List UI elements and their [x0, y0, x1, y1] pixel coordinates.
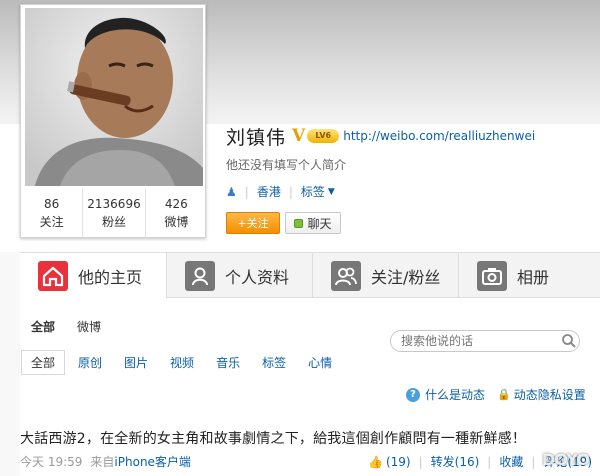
repost-link[interactable]: 转发(16) — [431, 453, 480, 470]
camera-icon — [477, 260, 507, 291]
person-icon: ♟ — [226, 184, 237, 199]
profile-tabs: 他的主页 个人资料 关注/粉丝 相册 — [20, 252, 600, 299]
thumbs-up-icon[interactable]: 👍 — [368, 455, 383, 469]
bio-text: 他还没有填写个人简介 — [226, 158, 347, 172]
privacy-link[interactable]: 动态隐私设置 — [514, 386, 586, 403]
home-icon — [38, 261, 68, 291]
meta-row: ♟ | 香港 | 标签 ▼ — [226, 183, 335, 200]
divider: | — [288, 184, 293, 199]
tab-home[interactable]: 他的主页 — [20, 253, 167, 299]
user-name: 刘镇伟 — [226, 126, 287, 149]
chat-button[interactable]: 聊天 — [285, 212, 341, 234]
profile-url-link[interactable]: http://weibo.com/realliuzhenwei — [343, 129, 535, 143]
stats-bar: 86 关注 2136696 粉丝 426 微博 — [21, 189, 207, 237]
divider: | — [487, 454, 492, 469]
tab-profile-label: 个人资料 — [225, 267, 290, 287]
post-text: 大話西游2，在全新的女主角和故事劇情之下，給我這個創作顧問有一種新鮮感！ — [20, 431, 527, 447]
follow-button[interactable]: +关注 — [226, 212, 280, 234]
help-icon: ? — [406, 387, 420, 402]
subnav-weibo[interactable]: 微博 — [77, 318, 101, 335]
location-link[interactable]: 香港 — [257, 183, 281, 200]
name-row: 刘镇伟 V LV6 http://weibo.com/realliuzhenwe… — [226, 122, 535, 150]
feed-subnav: 全部 微博 — [31, 318, 123, 335]
favorite-link[interactable]: 收藏 — [499, 453, 523, 470]
tab-follow-fans[interactable]: 关注/粉丝 — [313, 253, 459, 298]
stat-posts-label: 微博 — [164, 215, 189, 229]
filter-videos[interactable]: 视频 — [170, 354, 194, 371]
divider: | — [531, 454, 536, 469]
tab-home-label: 他的主页 — [78, 268, 143, 287]
profile-icon — [185, 260, 215, 291]
help-row: ? 什么是动态 🔒 动态隐私设置 — [406, 386, 586, 403]
filter-all[interactable]: 全部 — [21, 350, 66, 375]
search-icon[interactable] — [561, 333, 577, 349]
profile-actions: +关注 聊天 — [226, 212, 341, 234]
post-source[interactable]: iPhone客户端 — [114, 453, 191, 470]
stat-following-count: 86 — [44, 197, 60, 211]
level-badge[interactable]: LV6 — [307, 129, 340, 143]
divider: | — [418, 454, 423, 469]
stat-fans[interactable]: 2136696 粉丝 — [83, 189, 146, 237]
stat-following-label: 关注 — [39, 215, 64, 229]
divider: | — [244, 184, 249, 199]
tab-profile[interactable]: 个人资料 — [167, 253, 313, 298]
post-meta: 今天 19:59 来自 iPhone客户端 — [20, 453, 191, 470]
tab-follow-fans-label: 关注/粉丝 — [371, 267, 441, 287]
tab-album-label: 相册 — [517, 267, 550, 287]
post-source-prefix: 来自 — [90, 455, 115, 469]
filter-images[interactable]: 图片 — [124, 354, 148, 371]
stat-following[interactable]: 86 关注 — [21, 189, 84, 237]
chevron-down-icon[interactable]: ▼ — [328, 187, 335, 197]
search-input[interactable] — [390, 330, 580, 352]
post-time[interactable]: 今天 19:59 — [20, 453, 82, 470]
help-link[interactable]: 什么是动态 — [425, 386, 485, 403]
tags-link[interactable]: 标签 — [301, 183, 325, 200]
avatar-card: 86 关注 2136696 粉丝 426 微博 — [20, 4, 206, 238]
avatar[interactable] — [25, 8, 203, 186]
tab-album[interactable]: 相册 — [459, 253, 600, 298]
feed-panel: 全部 微博 全部 原创 图片 视频 音乐 标签 心情 ? 什么是动态 🔒 动态隐… — [20, 298, 600, 476]
filter-original[interactable]: 原创 — [78, 354, 102, 371]
stat-fans-count: 2136696 — [87, 197, 141, 211]
stat-posts-count: 426 — [164, 197, 188, 211]
like-count[interactable]: (19) — [386, 455, 411, 469]
filter-mood[interactable]: 心情 — [308, 354, 332, 371]
stat-fans-label: 粉丝 — [101, 215, 126, 229]
follow-fans-icon — [331, 260, 361, 291]
watermark: DOYO — [542, 450, 590, 469]
verified-icon[interactable]: V — [292, 126, 305, 146]
filter-row: 全部 原创 图片 视频 音乐 标签 心情 — [20, 350, 354, 375]
filter-tags[interactable]: 标签 — [262, 354, 286, 371]
lock-icon: 🔒 — [497, 388, 511, 401]
subnav-all[interactable]: 全部 — [31, 318, 55, 335]
chat-icon — [294, 218, 304, 228]
stat-posts[interactable]: 426 微博 — [146, 189, 207, 237]
chat-label: 聊天 — [307, 216, 332, 231]
filter-music[interactable]: 音乐 — [216, 354, 240, 371]
